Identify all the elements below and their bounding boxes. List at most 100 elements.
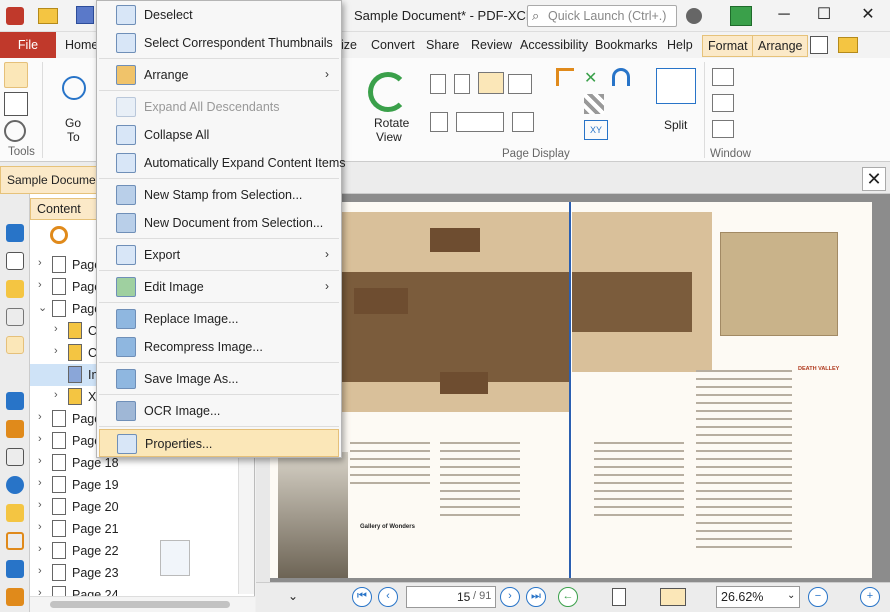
nav-options-icon[interactable]: ⌄ <box>288 589 298 603</box>
back-view-button[interactable]: ← <box>558 587 578 607</box>
tree-item[interactable]: › Page 21 <box>30 518 255 540</box>
pages-icon[interactable] <box>6 252 24 270</box>
signatures-icon[interactable] <box>6 504 24 522</box>
articles-icon[interactable] <box>6 588 24 606</box>
user-icon[interactable] <box>686 8 702 24</box>
previous-page-button[interactable]: ‹ <box>378 587 398 607</box>
coordinates-icon[interactable]: XY <box>584 120 608 140</box>
close-document-button[interactable]: ✕ <box>862 167 886 191</box>
next-page-button[interactable]: › <box>500 587 520 607</box>
rotate-view-icon[interactable] <box>368 72 408 112</box>
maximize-button[interactable]: ☐ <box>804 0 844 32</box>
expand-chevron-icon[interactable]: › <box>38 455 42 467</box>
expand-chevron-icon[interactable]: › <box>54 389 58 401</box>
stamps-icon[interactable] <box>6 560 24 578</box>
expand-chevron-icon[interactable]: › <box>38 257 42 269</box>
go-to-label-2[interactable]: To <box>67 130 80 144</box>
expand-chevron-icon[interactable]: › <box>54 345 58 357</box>
tab-format[interactable]: Format <box>702 35 754 57</box>
window-tile-icon-3[interactable] <box>712 120 734 138</box>
menu-item-stamp[interactable]: New Stamp from Selection... <box>99 181 339 209</box>
last-page-button[interactable]: ⏭ <box>526 587 546 607</box>
tree-item[interactable]: › Page 22 <box>30 540 255 562</box>
zoom-field[interactable]: 26.62% ⌄ <box>716 586 800 608</box>
split-pages-icon[interactable] <box>512 112 534 132</box>
grid-icon[interactable] <box>584 94 604 114</box>
tab-convert[interactable]: Convert <box>366 35 420 57</box>
single-page-icon[interactable] <box>430 74 446 94</box>
expand-chevron-icon[interactable]: › <box>38 543 42 555</box>
tab-review[interactable]: Review <box>466 35 517 57</box>
content-panel-header[interactable]: Content <box>30 198 100 220</box>
bookmark-icon[interactable] <box>6 224 24 242</box>
tab-accessibility[interactable]: Accessibility <box>515 35 593 57</box>
menu-item-new-document[interactable]: New Document from Selection... <box>99 209 339 237</box>
first-page-button[interactable]: ⏮ <box>352 587 372 607</box>
facing-continuous-icon[interactable] <box>508 74 532 94</box>
ribbon-options-icon[interactable] <box>810 36 828 54</box>
page-spread[interactable]: Gallery of Wonders DEATH VALLEY <box>270 202 872 578</box>
menu-item-arrange[interactable]: Arrange › <box>99 61 339 89</box>
zoom-in-button[interactable]: + <box>860 587 880 607</box>
rotate-view-label-2[interactable]: View <box>376 130 402 144</box>
single-page-view-icon[interactable] <box>612 588 626 606</box>
menu-item-auto-expand[interactable]: Automatically Expand Content Items <box>99 149 346 177</box>
tab-file[interactable]: File <box>0 32 56 58</box>
rotate-view-label-1[interactable]: Rotate <box>374 116 409 130</box>
menu-item-ocr[interactable]: OCR Image... <box>99 397 339 425</box>
quick-launch-search[interactable]: ⌕ Quick Launch (Ctrl+.) <box>527 5 677 27</box>
tab-bookmarks[interactable]: Bookmarks <box>590 35 663 57</box>
facing-icon[interactable] <box>478 72 504 94</box>
menu-item-collapse[interactable]: Collapse All <box>99 121 339 149</box>
comments-icon[interactable] <box>6 280 24 298</box>
menu-item-edit-image[interactable]: Edit Image › <box>99 273 339 301</box>
tab-arrange[interactable]: Arrange <box>752 35 809 57</box>
go-to-icon[interactable] <box>62 76 86 100</box>
select-text-icon[interactable] <box>4 92 28 116</box>
menu-item-save-image[interactable]: Save Image As... <box>99 365 339 393</box>
tab-share[interactable]: Share <box>421 35 464 57</box>
tags-icon[interactable] <box>6 420 24 438</box>
crosshair-icon[interactable]: ✕ <box>584 68 602 87</box>
hand-tool-icon[interactable] <box>4 62 28 88</box>
expand-chevron-icon[interactable]: ⌄ <box>38 301 47 314</box>
menu-item-deselect[interactable]: Deselect <box>99 1 339 29</box>
tree-horizontal-scrollbar[interactable] <box>30 596 255 612</box>
layers-icon[interactable] <box>6 392 24 410</box>
menu-item-replace-image[interactable]: Replace Image... <box>99 305 339 333</box>
rulers-icon[interactable] <box>556 68 574 86</box>
ribbon-folder-icon[interactable] <box>838 37 858 53</box>
magnet-icon[interactable] <box>612 68 630 86</box>
links-icon[interactable] <box>6 532 24 550</box>
menu-item-thumbnails[interactable]: Select Correspondent Thumbnails <box>99 29 339 57</box>
zoom-dropdown-icon[interactable]: ⌄ <box>787 590 795 601</box>
expand-chevron-icon[interactable]: › <box>54 323 58 335</box>
window-tile-icon-1[interactable] <box>712 68 734 86</box>
expand-chevron-icon[interactable]: › <box>38 411 42 423</box>
expand-chevron-icon[interactable]: › <box>38 565 42 577</box>
expand-chevron-icon[interactable]: › <box>38 521 42 533</box>
content-options-icon[interactable] <box>50 226 68 244</box>
document-tab[interactable]: Sample Documen <box>0 166 108 194</box>
facing-view-icon[interactable] <box>660 588 686 606</box>
go-to-label-1[interactable]: Go <box>65 116 81 130</box>
numbered-pages-icon[interactable] <box>456 112 504 132</box>
continuous-icon[interactable] <box>454 74 470 94</box>
search-panel-icon[interactable] <box>6 448 24 466</box>
tab-help[interactable]: Help <box>662 35 698 57</box>
menu-item-export[interactable]: Export › <box>99 241 339 269</box>
tree-item[interactable]: › Page 23 <box>30 562 255 584</box>
split-view-icon[interactable] <box>656 68 696 104</box>
layout-icon[interactable] <box>730 6 752 26</box>
zoom-out-button[interactable]: − <box>808 587 828 607</box>
expand-chevron-icon[interactable]: › <box>38 477 42 489</box>
page-number-field[interactable]: 15 / 91 <box>406 586 496 608</box>
expand-chevron-icon[interactable]: › <box>38 279 42 291</box>
save-icon[interactable] <box>76 6 94 24</box>
attachments-icon[interactable] <box>6 308 24 326</box>
close-button[interactable]: ✕ <box>848 0 888 32</box>
window-tile-icon-2[interactable] <box>712 94 734 112</box>
menu-item-expand[interactable]: Expand All Descendants <box>99 93 339 121</box>
content-icon[interactable] <box>6 336 24 354</box>
tools-gear-icon[interactable] <box>4 120 26 142</box>
